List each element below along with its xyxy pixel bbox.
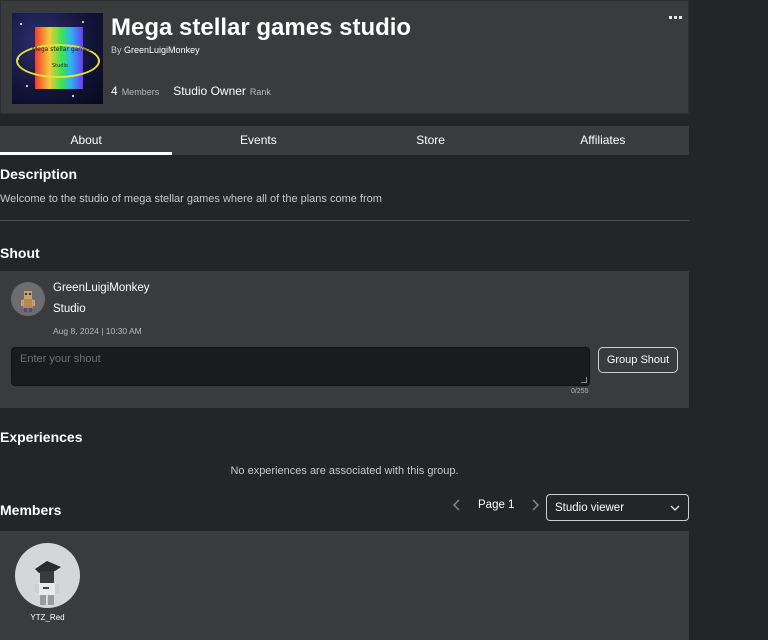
- owner-link[interactable]: GreenLuigiMonkey: [124, 45, 200, 55]
- shout-input[interactable]: Enter your shout: [11, 347, 590, 386]
- avatar[interactable]: [11, 282, 45, 316]
- logo-text: Mega stellar games: [32, 46, 91, 53]
- shout-username[interactable]: GreenLuigiMonkey: [53, 282, 150, 294]
- right-gutter: [689, 0, 768, 640]
- rank-value: Studio Owner: [173, 84, 246, 98]
- members-label: Members: [121, 87, 160, 97]
- group-shout-button[interactable]: Group Shout: [598, 347, 678, 373]
- members-pager: Page 1: [450, 498, 542, 512]
- role-select-value: Studio viewer: [555, 501, 625, 514]
- group-stats: 4 Members Studio Owner Rank: [111, 84, 271, 98]
- tab-store[interactable]: Store: [345, 126, 517, 155]
- chevron-left-icon[interactable]: [450, 498, 464, 512]
- description-title: Description: [0, 166, 78, 182]
- members-title: Members: [0, 502, 62, 518]
- group-tabs: About Events Store Affiliates: [0, 126, 689, 155]
- owner-line: By GreenLuigiMonkey: [111, 45, 200, 55]
- chevron-right-icon[interactable]: [528, 498, 542, 512]
- rank-label: Rank: [249, 87, 271, 97]
- group-header: Mega stellar games Studio Mega stellar g…: [0, 0, 689, 114]
- member-count: 4: [111, 84, 118, 98]
- resize-grip-icon[interactable]: [581, 377, 587, 383]
- role-select[interactable]: Studio viewer: [546, 494, 689, 521]
- member-name: YTZ_Red: [30, 613, 65, 622]
- char-count: 0/255: [571, 388, 589, 395]
- avatar: [15, 543, 80, 608]
- tab-events[interactable]: Events: [172, 126, 344, 155]
- tab-about[interactable]: About: [0, 126, 173, 155]
- shout-title: Shout: [0, 245, 40, 261]
- group-name: Mega stellar games studio: [111, 14, 412, 41]
- by-label: By: [111, 45, 122, 55]
- member-item[interactable]: YTZ_Red: [15, 543, 80, 622]
- shout-date: Aug 8, 2024 | 10:30 AM: [53, 326, 142, 336]
- tab-affiliates[interactable]: Affiliates: [517, 126, 689, 155]
- logo-subtext: Studio: [52, 63, 68, 69]
- page-label: Page 1: [478, 499, 515, 511]
- group-logo: Mega stellar games Studio: [12, 13, 103, 104]
- members-card: YTZ_Red: [0, 531, 689, 640]
- more-dots-icon[interactable]: [665, 11, 685, 23]
- shout-body: Studio: [53, 303, 86, 315]
- shout-card: GreenLuigiMonkey Studio Aug 8, 2024 | 10…: [0, 271, 689, 408]
- chevron-down-icon: [670, 502, 680, 514]
- description-text: Welcome to the studio of mega stellar ga…: [0, 193, 382, 205]
- shout-placeholder: Enter your shout: [20, 353, 101, 365]
- divider: [0, 220, 689, 221]
- experiences-empty-text: No experiences are associated with this …: [230, 465, 459, 477]
- experiences-title: Experiences: [0, 429, 83, 445]
- group-page: Mega stellar games Studio Mega stellar g…: [0, 0, 689, 640]
